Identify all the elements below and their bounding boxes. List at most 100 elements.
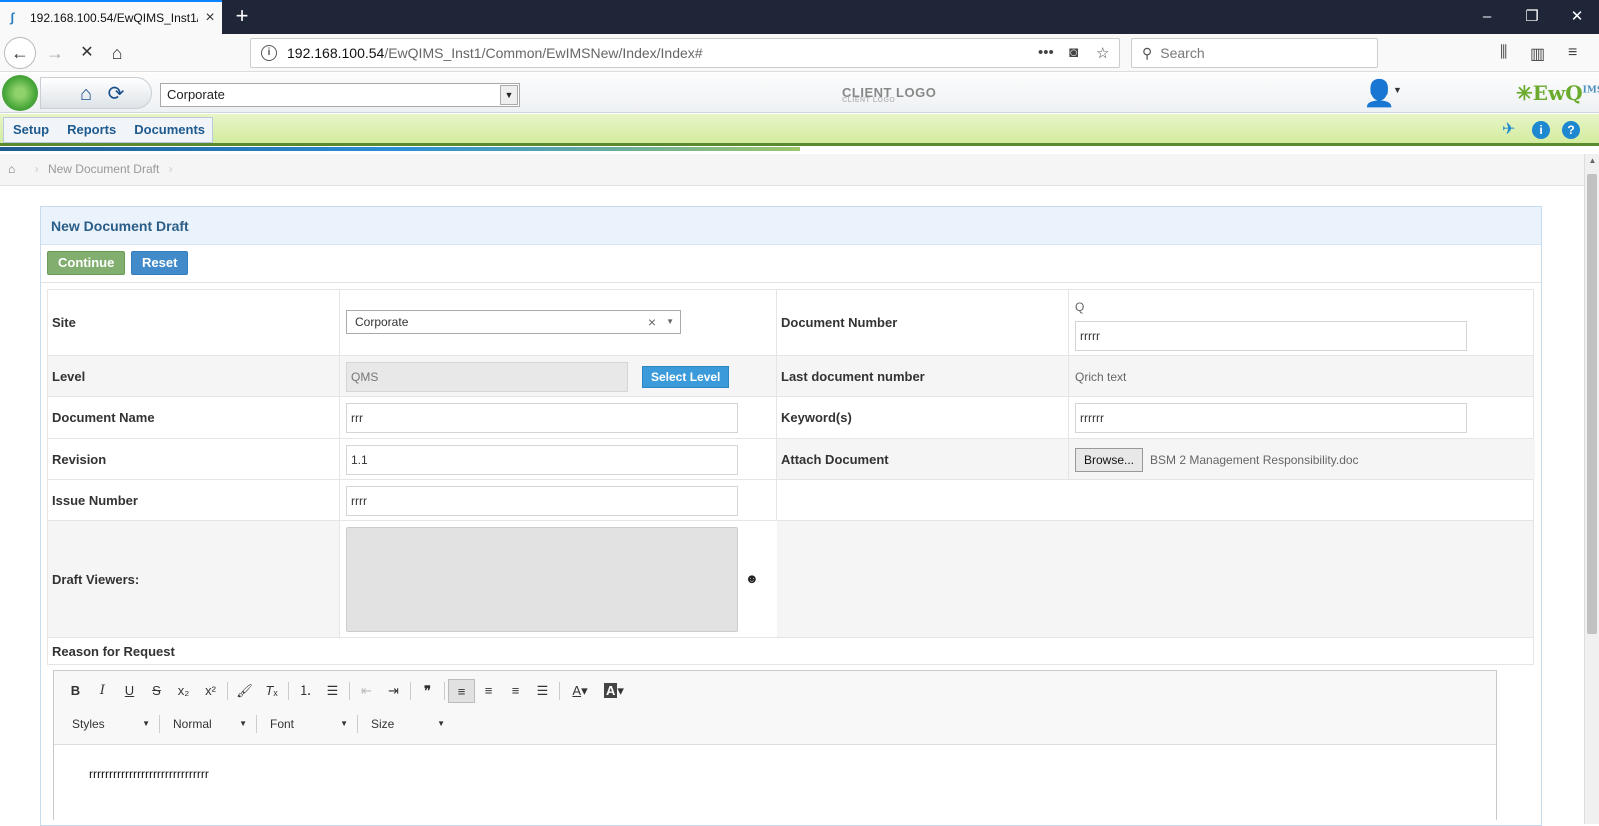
revision-input[interactable]: 1.1 bbox=[346, 445, 738, 475]
scrollbar-thumb[interactable] bbox=[1587, 174, 1597, 634]
app-logo-icon[interactable] bbox=[2, 75, 38, 111]
pocket-icon[interactable]: ◙ bbox=[1069, 44, 1078, 61]
editor-content-area[interactable]: rrrrrrrrrrrrrrrrrrrrrrrrrrrrrr bbox=[54, 744, 1496, 821]
form-row-revision: Revision 1.1 Attach Document Browse... B… bbox=[48, 439, 1535, 480]
subscript-icon[interactable]: x₂ bbox=[170, 679, 197, 703]
form-row-reason: Reason for Request bbox=[48, 638, 1533, 664]
outdent-icon[interactable]: ⇤ bbox=[353, 679, 380, 703]
align-center-icon[interactable]: ≡ bbox=[475, 679, 502, 703]
doc-number-prefix: Q bbox=[1075, 300, 1085, 314]
page-scrollbar[interactable]: ▲ bbox=[1584, 154, 1599, 824]
doc-name-label: Document Name bbox=[52, 410, 155, 425]
toolbar-separator bbox=[357, 715, 358, 733]
align-right-icon[interactable]: ≡ bbox=[502, 679, 529, 703]
keywords-input[interactable]: rrrrrr bbox=[1075, 403, 1467, 433]
align-justify-icon[interactable]: ☰ bbox=[529, 679, 556, 703]
reason-label: Reason for Request bbox=[52, 644, 175, 659]
chevron-down-icon[interactable]: ▼ bbox=[500, 85, 518, 105]
browser-tab[interactable]: ʃ 192.168.100.54/EwQIMS_Inst1/C × bbox=[0, 0, 222, 34]
breadcrumb-home-icon[interactable]: ⌂ bbox=[8, 162, 15, 176]
browser-home-icon[interactable]: ⌂ bbox=[102, 38, 132, 68]
italic-icon[interactable]: I bbox=[89, 679, 116, 703]
site-selector[interactable]: Corporate ▼ bbox=[160, 83, 520, 107]
bookmark-star-icon[interactable]: ☆ bbox=[1096, 44, 1109, 62]
styles-combo[interactable]: Styles ▼ bbox=[62, 713, 156, 735]
format-combo[interactable]: Normal ▼ bbox=[163, 713, 253, 735]
back-icon[interactable]: ← bbox=[4, 37, 36, 69]
breadcrumb-current: New Document Draft bbox=[47, 162, 160, 176]
doc-name-input[interactable]: rrr bbox=[346, 403, 738, 433]
blockquote-icon[interactable]: ❞ bbox=[414, 679, 441, 703]
refresh-icon[interactable]: ⟳ bbox=[105, 83, 127, 105]
attach-label-cell: Attach Document bbox=[777, 439, 1069, 479]
brand-text: EwQ bbox=[1532, 81, 1583, 105]
user-avatar-icon[interactable]: 👤 bbox=[1363, 79, 1395, 107]
text-color-icon[interactable]: A▾ bbox=[563, 679, 597, 703]
strikethrough-icon[interactable]: S bbox=[143, 679, 170, 703]
add-viewer-icon[interactable]: ☻ bbox=[745, 571, 759, 586]
background-color-icon[interactable]: A ▾ bbox=[597, 679, 631, 703]
font-combo[interactable]: Font ▼ bbox=[260, 713, 354, 735]
window-close-icon[interactable]: ✕ bbox=[1555, 0, 1599, 34]
menu-setup[interactable]: Setup bbox=[4, 118, 58, 142]
action-toolbar: Continue Reset bbox=[41, 245, 1541, 283]
menu-reports[interactable]: Reports bbox=[58, 118, 125, 142]
viewers-label-cell: Draft Viewers: bbox=[48, 521, 340, 637]
restore-icon[interactable]: ❐ bbox=[1510, 0, 1554, 34]
page-actions-icon[interactable]: ••• bbox=[1038, 44, 1054, 61]
url-host: 192.168.100.54 bbox=[287, 45, 385, 61]
editor-format-toolbar: Styles ▼ Normal ▼ Font ▼ Size ▼ bbox=[62, 711, 451, 737]
new-tab-icon[interactable]: + bbox=[230, 4, 254, 30]
home-icon[interactable]: ⌂ bbox=[75, 83, 97, 105]
browse-button[interactable]: Browse... bbox=[1075, 448, 1144, 472]
align-left-icon[interactable]: ≡ bbox=[448, 679, 475, 703]
address-bar[interactable]: i 192.168.100.54 /EwQIMS_Inst1/Common/Ew… bbox=[250, 38, 1120, 68]
select-level-button[interactable]: Select Level bbox=[642, 366, 730, 388]
level-value-cell: QMS Select Level bbox=[340, 356, 777, 396]
doc-number-input[interactable]: rrrrr bbox=[1075, 321, 1467, 351]
minimize-icon[interactable]: – bbox=[1465, 0, 1509, 34]
clear-icon[interactable]: × bbox=[648, 311, 656, 333]
continue-button[interactable]: Continue bbox=[47, 251, 126, 275]
size-combo[interactable]: Size ▼ bbox=[361, 713, 451, 735]
doc-name-label-cell: Document Name bbox=[48, 397, 340, 438]
issue-input[interactable]: rrrr bbox=[346, 486, 738, 516]
toolbar-separator bbox=[227, 682, 228, 700]
bulleted-list-icon[interactable]: ☰ bbox=[319, 679, 346, 703]
help-icon[interactable]: ? bbox=[1562, 121, 1580, 139]
bold-icon[interactable]: B bbox=[62, 679, 89, 703]
site-info-icon[interactable]: i bbox=[261, 45, 277, 61]
menu-documents[interactable]: Documents bbox=[125, 118, 214, 142]
reason-editor: B I U S x₂ x² 🖌 Tₓ ⒈ ☰ ⇤ ⇥ ❞ ≡ ≡ ≡ ☰ A▾ … bbox=[53, 670, 1497, 821]
keywords-label-cell: Keyword(s) bbox=[777, 397, 1069, 438]
site-value-cell: Corporate × ▼ bbox=[340, 290, 777, 355]
sidebar-icon[interactable]: ▥ bbox=[1530, 44, 1545, 64]
info-icon[interactable]: i bbox=[1532, 121, 1550, 139]
pin-icon[interactable]: ✈ bbox=[1502, 119, 1515, 139]
underline-icon[interactable]: U bbox=[116, 679, 143, 703]
numbered-list-icon[interactable]: ⒈ bbox=[292, 679, 319, 703]
browser-nav-bar: ← → ✕ ⌂ i 192.168.100.54 /EwQIMS_Inst1/C… bbox=[0, 34, 1599, 72]
reset-button[interactable]: Reset bbox=[131, 251, 189, 275]
superscript-icon[interactable]: x² bbox=[197, 679, 224, 703]
stop-loading-icon[interactable]: ✕ bbox=[72, 38, 102, 68]
draft-viewers-textarea[interactable] bbox=[346, 527, 738, 632]
close-tab-icon[interactable]: × bbox=[198, 9, 222, 27]
remove-format-icon[interactable]: Tₓ bbox=[258, 679, 285, 703]
scroll-up-icon[interactable]: ▲ bbox=[1585, 156, 1599, 165]
library-icon[interactable]: ⫼ bbox=[1500, 44, 1507, 62]
browser-search-input[interactable]: ⚲ Search bbox=[1131, 38, 1378, 68]
styles-combo-label: Styles bbox=[72, 717, 105, 731]
site-select[interactable]: Corporate × ▼ bbox=[346, 310, 681, 334]
brand-logo: ✳EwQIMS bbox=[1516, 81, 1599, 105]
menu-icon[interactable]: ≡ bbox=[1568, 44, 1577, 62]
revision-label-cell: Revision bbox=[48, 439, 340, 479]
forward-icon[interactable]: → bbox=[40, 38, 70, 68]
user-dropdown-icon[interactable]: ▼ bbox=[1393, 85, 1402, 95]
indent-icon[interactable]: ⇥ bbox=[380, 679, 407, 703]
issue-label-cell: Issue Number bbox=[48, 480, 340, 520]
chevron-down-icon[interactable]: ▼ bbox=[666, 311, 674, 333]
breadcrumb: ⌂ › New Document Draft › bbox=[0, 154, 1584, 186]
form-row-site: Site Corporate × ▼ Document Number Q rrr… bbox=[48, 290, 1533, 356]
copy-format-icon[interactable]: 🖌 bbox=[231, 679, 258, 703]
